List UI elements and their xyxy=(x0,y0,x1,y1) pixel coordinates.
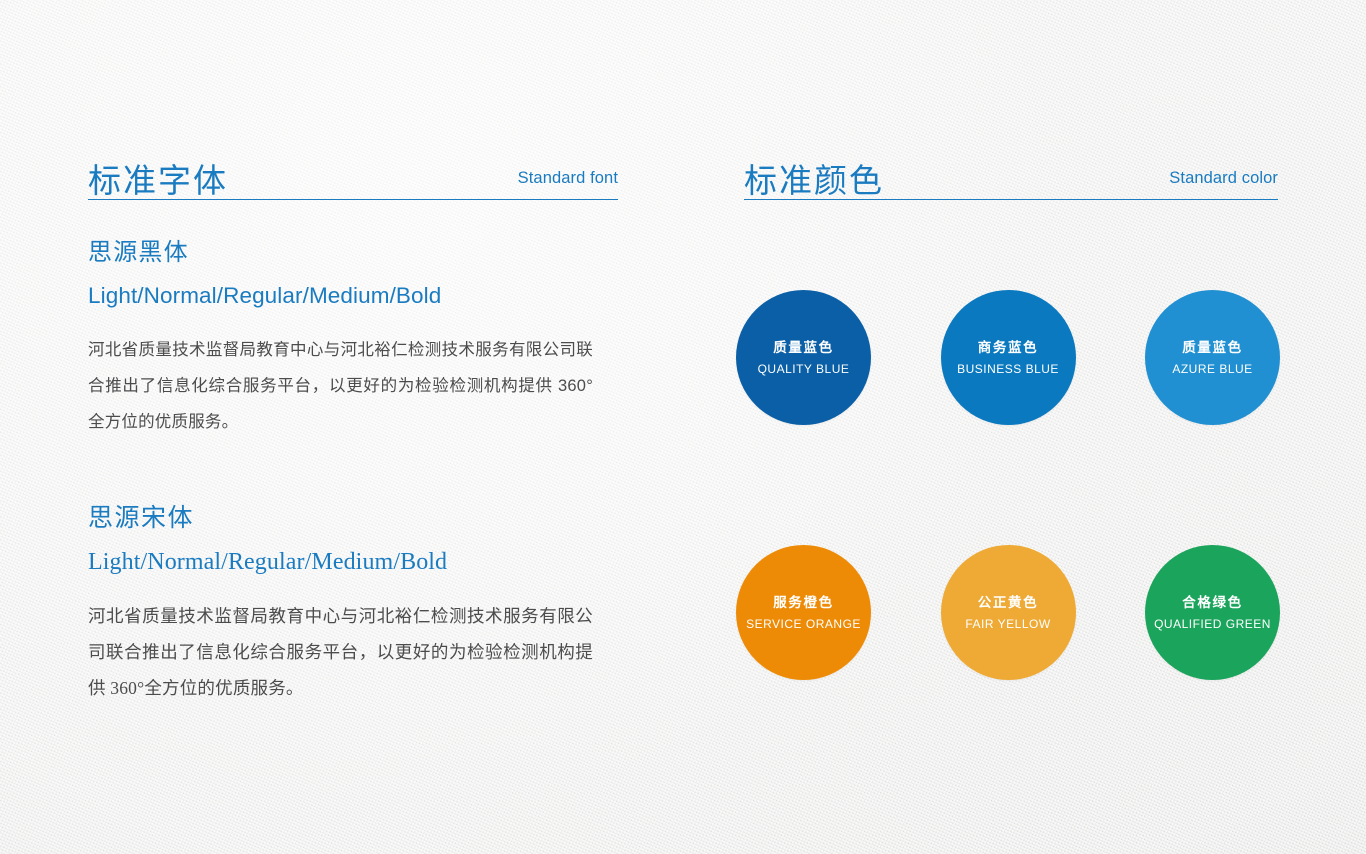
color-swatch-quality-blue: 质量蓝色 QUALITY BLUE xyxy=(736,290,871,425)
color-swatch-label-cn: 服务橙色 xyxy=(773,595,834,610)
standard-font-panel: 标准字体 Standard font 思源黑体 Light/Normal/Reg… xyxy=(88,132,618,706)
standard-color-title: 标准颜色 xyxy=(744,162,884,200)
color-swatch-service-orange: 服务橙色 SERVICE ORANGE xyxy=(736,545,871,680)
color-swatch-row-bottom: 服务橙色 SERVICE ORANGE 公正黄色 FAIR YELLOW 合格绿… xyxy=(736,545,1280,680)
font-specimen-serif-sample-text: 河北省质量技术监督局教育中心与河北裕仁检测技术服务有限公司联合推出了信息化综合服… xyxy=(88,606,593,698)
standard-color-title-en: Standard color xyxy=(1169,169,1278,187)
color-swatch-business-blue: 商务蓝色 BUSINESS BLUE xyxy=(940,290,1076,425)
font-specimen-sans-sample-text: 河北省质量技术监督局教育中心与河北裕仁检测技术服务有限公司联合推出了信息化综合服… xyxy=(88,341,593,431)
standard-color-divider xyxy=(744,199,1278,200)
font-specimen-serif: 思源宋体 Light/Normal/Regular/Medium/Bold 河北… xyxy=(88,502,618,706)
font-specimen-sans-weights: Light/Normal/Regular/Medium/Bold xyxy=(88,283,442,308)
color-swatch-azure-blue: 质量蓝色 AZURE BLUE xyxy=(1145,290,1280,425)
font-specimen-serif-name: 思源宋体 xyxy=(88,505,195,532)
font-specimen-sans: 思源黑体 Light/Normal/Regular/Medium/Bold 河北… xyxy=(88,236,618,440)
color-swatch-label-en: SERVICE ORANGE xyxy=(746,617,861,631)
standard-font-title: 标准字体 xyxy=(88,162,228,200)
standard-font-divider xyxy=(88,199,618,200)
color-swatch-label-cn: 公正黄色 xyxy=(977,595,1039,610)
color-swatch-label-en: QUALITY BLUE xyxy=(757,362,850,376)
brand-guideline-page: 标准字体 Standard font 思源黑体 Light/Normal/Reg… xyxy=(0,0,1366,854)
color-swatch-fair-yellow: 公正黄色 FAIR YELLOW xyxy=(940,545,1076,680)
font-specimen-sans-name: 思源黑体 xyxy=(88,239,189,266)
color-swatch-label-en: FAIR YELLOW xyxy=(965,617,1051,631)
color-swatch-label-cn: 合格绿色 xyxy=(1182,595,1243,610)
color-swatch-label-cn: 商务蓝色 xyxy=(977,340,1039,355)
color-swatch-row-top: 质量蓝色 QUALITY BLUE 商务蓝色 BUSINESS BLUE 质量蓝… xyxy=(736,290,1280,425)
color-swatch-label-en: AZURE BLUE xyxy=(1172,362,1253,376)
standard-color-header: 标准颜色 Standard color xyxy=(744,132,1278,200)
standard-color-panel: 标准颜色 Standard color xyxy=(744,132,1278,200)
color-swatch-label-en: BUSINESS BLUE xyxy=(957,362,1059,376)
color-swatch-label-en: QUALIFIED GREEN xyxy=(1154,617,1271,631)
color-swatch-grid: 质量蓝色 QUALITY BLUE 商务蓝色 BUSINESS BLUE 质量蓝… xyxy=(736,290,1280,680)
standard-font-header: 标准字体 Standard font xyxy=(88,132,618,200)
color-swatch-qualified-green: 合格绿色 QUALIFIED GREEN xyxy=(1145,545,1280,680)
font-specimen-serif-weights: Light/Normal/Regular/Medium/Bold xyxy=(88,549,448,575)
color-swatch-label-cn: 质量蓝色 xyxy=(773,340,834,355)
color-swatch-label-cn: 质量蓝色 xyxy=(1182,340,1243,355)
standard-font-title-en: Standard font xyxy=(517,169,618,187)
